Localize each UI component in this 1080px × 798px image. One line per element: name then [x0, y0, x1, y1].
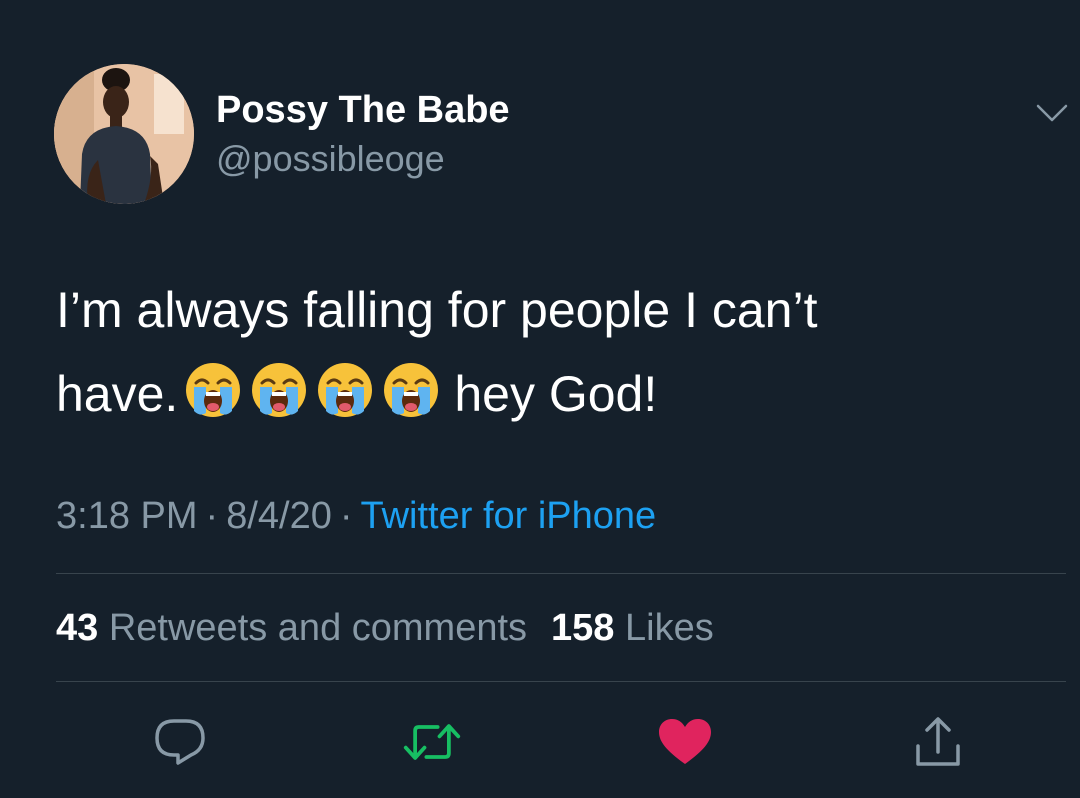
tweet-date[interactable]: 8/4/20	[226, 495, 332, 537]
retweet-button[interactable]	[402, 712, 462, 772]
avatar-photo	[54, 64, 194, 204]
tweet-time[interactable]: 3:18 PM	[56, 495, 198, 537]
tweet-text-line-2: have. hey God!	[56, 352, 1036, 436]
chevron-down-icon	[1036, 104, 1068, 122]
emoji-group	[184, 361, 440, 419]
loudly-crying-face-icon	[384, 363, 439, 417]
share-icon	[916, 717, 960, 766]
tweet-text-hey-god: hey God!	[454, 366, 658, 422]
likes-stat[interactable]: 158 Likes	[551, 607, 714, 649]
avatar[interactable]	[54, 64, 194, 204]
like-button[interactable]	[655, 712, 715, 772]
reply-icon	[155, 719, 205, 765]
divider	[56, 681, 1066, 682]
loudly-crying-face-icon	[186, 363, 241, 417]
likes-count: 158	[551, 607, 615, 649]
meta-separator: ·	[339, 495, 353, 537]
meta-separator: ·	[205, 495, 219, 537]
reply-button[interactable]	[150, 712, 210, 772]
loudly-crying-face-icon	[318, 363, 373, 417]
retweet-icon	[403, 724, 461, 760]
tweet-text: I’m always falling for people I can’t ha…	[56, 268, 1036, 436]
likes-label: Likes	[625, 607, 714, 649]
tweet-text-have: have.	[56, 366, 179, 422]
retweets-stat[interactable]: 43 Retweets and comments	[56, 607, 527, 649]
share-button[interactable]	[908, 712, 968, 772]
tweet-meta: 3:18 PM · 8/4/20 · Twitter for iPhone	[56, 492, 656, 540]
user-handle[interactable]: @possibleoge	[216, 138, 445, 180]
divider	[56, 573, 1066, 574]
tweet-stats: 43 Retweets and comments 158 Likes	[56, 604, 714, 652]
retweets-count: 43	[56, 607, 99, 649]
heart-icon	[659, 719, 711, 764]
tweet-detail: Possy The Babe @possibleoge I’m always f…	[0, 0, 1080, 798]
tweet-menu-button[interactable]	[1032, 98, 1072, 128]
retweets-label: Retweets and comments	[108, 607, 528, 649]
tweet-text-line-1: I’m always falling for people I can’t	[56, 282, 818, 338]
display-name[interactable]: Possy The Babe	[216, 88, 510, 132]
tweet-source-link[interactable]: Twitter for iPhone	[361, 495, 657, 537]
loudly-crying-face-icon	[252, 363, 307, 417]
